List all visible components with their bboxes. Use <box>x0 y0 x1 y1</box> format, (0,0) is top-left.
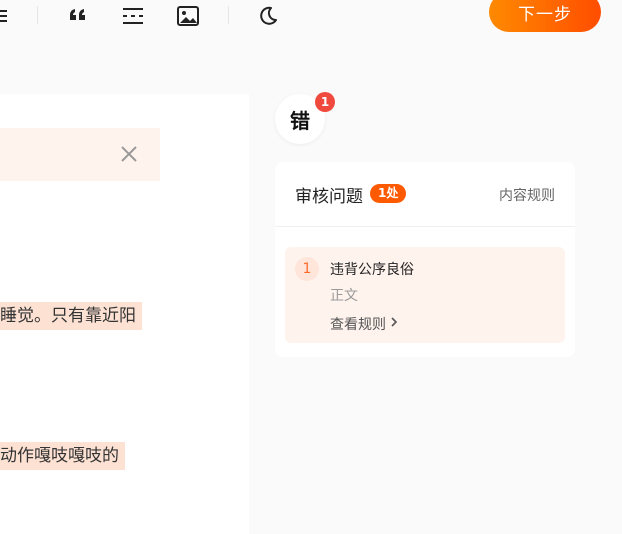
toolbar-divider <box>228 6 229 24</box>
highlighted-text[interactable]: 睡觉。只有靠近阳 <box>0 302 142 330</box>
chevron-right-icon <box>390 316 398 332</box>
close-icon[interactable] <box>119 144 139 164</box>
review-panel-title: 审核问题 <box>295 187 363 207</box>
error-count-badge: 1 <box>315 92 335 112</box>
image-icon[interactable] <box>176 4 200 28</box>
editor-content[interactable]: 睡觉。只有靠近阳 动作嘎吱嘎吱的 <box>0 94 249 534</box>
editor-toolbar: 下一步 <box>0 0 622 34</box>
divider-icon[interactable] <box>121 4 145 28</box>
list-icon[interactable] <box>0 4 18 28</box>
issue-title: 违背公序良俗 <box>330 262 414 278</box>
issue-number: 1 <box>295 257 319 281</box>
content-rules-link[interactable]: 内容规则 <box>499 185 555 205</box>
editor-alert <box>0 128 160 181</box>
review-panel: 审核问题 1处 内容规则 1 违背公序良俗 正文 查看规则 <box>275 162 575 357</box>
highlighted-text[interactable]: 动作嘎吱嘎吱的 <box>0 442 125 470</box>
moon-icon[interactable] <box>256 4 280 28</box>
issue-item[interactable]: 1 违背公序良俗 正文 查看规则 <box>285 247 565 343</box>
issue-count-badge: 1处 <box>370 184 407 203</box>
quote-icon[interactable] <box>66 4 90 28</box>
view-rule-label: 查看规则 <box>330 317 386 333</box>
panel-divider <box>275 226 575 227</box>
next-step-button[interactable]: 下一步 <box>489 0 601 32</box>
view-rule-link[interactable]: 查看规则 <box>330 314 398 334</box>
issue-location: 正文 <box>330 288 358 304</box>
toolbar-divider <box>37 6 38 24</box>
